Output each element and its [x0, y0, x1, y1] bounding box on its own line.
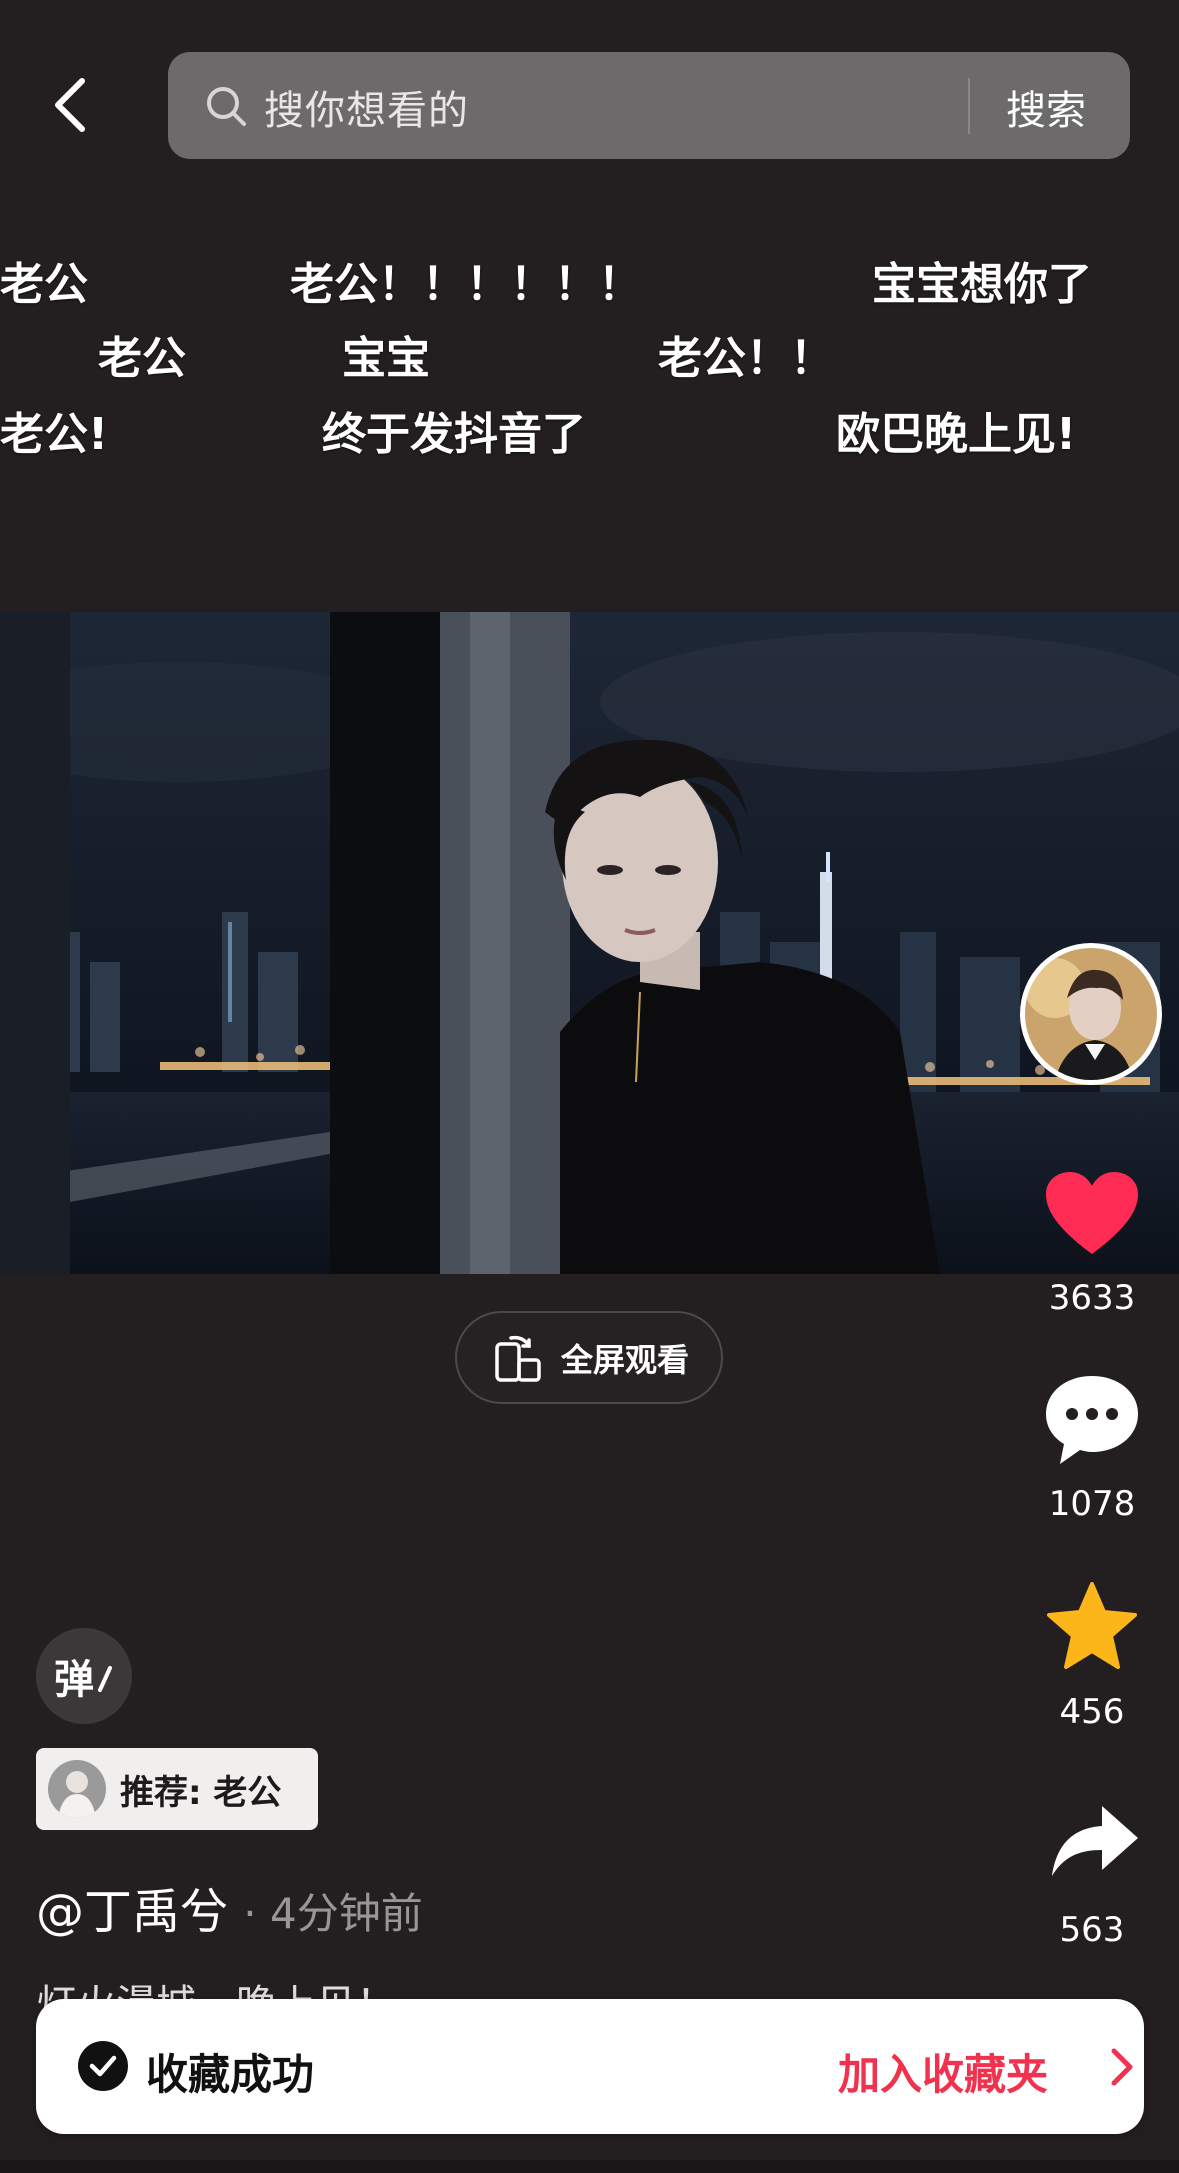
phone-rotate-icon: [495, 1335, 541, 1382]
recommend-label: 推荐: 老公: [120, 1772, 282, 1813]
search-bar[interactable]: 搜你想看的 搜索: [168, 52, 1130, 159]
post-time: · 4分钟前: [243, 1889, 423, 1938]
video-frame: [0, 612, 1179, 1274]
avatar: [1025, 948, 1157, 1080]
check-icon: [78, 2041, 128, 2091]
danmaku-comment: 老公: [98, 333, 186, 384]
danmaku-comment: 老公！！！！！！: [290, 259, 642, 310]
search-button[interactable]: 搜索: [1006, 78, 1086, 136]
bottom-bar: [0, 2160, 1179, 2173]
toast-message: 收藏成功: [146, 2050, 315, 2099]
search-icon: [207, 87, 246, 126]
like-count: 3633: [1048, 1278, 1136, 1318]
comment-button[interactable]: [1044, 1374, 1140, 1470]
danmaku-comment: 终于发抖音了: [322, 409, 586, 460]
favorite-toast[interactable]: 收藏成功 加入收藏夹: [36, 1999, 1144, 2134]
star-icon: [1047, 1582, 1137, 1669]
author-name[interactable]: @丁禹兮: [36, 1884, 228, 1940]
danmaku-comment: 老公!: [0, 409, 109, 460]
danmaku-comment: 老公: [0, 259, 88, 310]
danmaku-comment: 宝宝想你了: [872, 259, 1092, 310]
author-avatar[interactable]: [1020, 943, 1162, 1085]
search-input[interactable]: 搜你想看的: [264, 78, 469, 136]
like-button[interactable]: [1044, 1170, 1140, 1262]
favorite-count: 456: [1059, 1692, 1125, 1732]
search-divider: [968, 78, 970, 134]
heart-icon: [1046, 1172, 1138, 1254]
back-button[interactable]: [40, 70, 100, 140]
pen-icon: [98, 1666, 112, 1692]
comment-count: 1078: [1048, 1484, 1136, 1524]
danmaku-comment: 老公！！: [658, 333, 834, 384]
add-to-folder-button[interactable]: 加入收藏夹: [838, 2041, 1048, 2102]
recommend-thumbnail: [48, 1760, 106, 1818]
danmaku-comment: 欧巴晚上见!: [836, 409, 1077, 460]
video-player[interactable]: [0, 612, 1179, 1274]
danmaku-toggle-label: 弹: [54, 1657, 94, 1703]
share-icon: [1052, 1806, 1138, 1876]
author-line[interactable]: @丁禹兮 · 4分钟前: [36, 1872, 423, 1942]
back-icon: [55, 78, 85, 132]
share-button[interactable]: [1048, 1802, 1140, 1886]
fullscreen-label: 全屏观看: [560, 1340, 689, 1379]
favorite-button[interactable]: [1044, 1580, 1140, 1676]
danmaku-toggle-button[interactable]: 弹: [36, 1628, 132, 1724]
danmaku-comment: 宝宝: [342, 333, 430, 384]
fullscreen-button[interactable]: 全屏观看: [455, 1311, 723, 1404]
comment-icon: [1046, 1376, 1138, 1464]
share-count: 563: [1059, 1910, 1125, 1950]
recommend-tag[interactable]: 推荐: 老公: [36, 1748, 318, 1830]
chevron-right-icon[interactable]: [1108, 2045, 1136, 2089]
